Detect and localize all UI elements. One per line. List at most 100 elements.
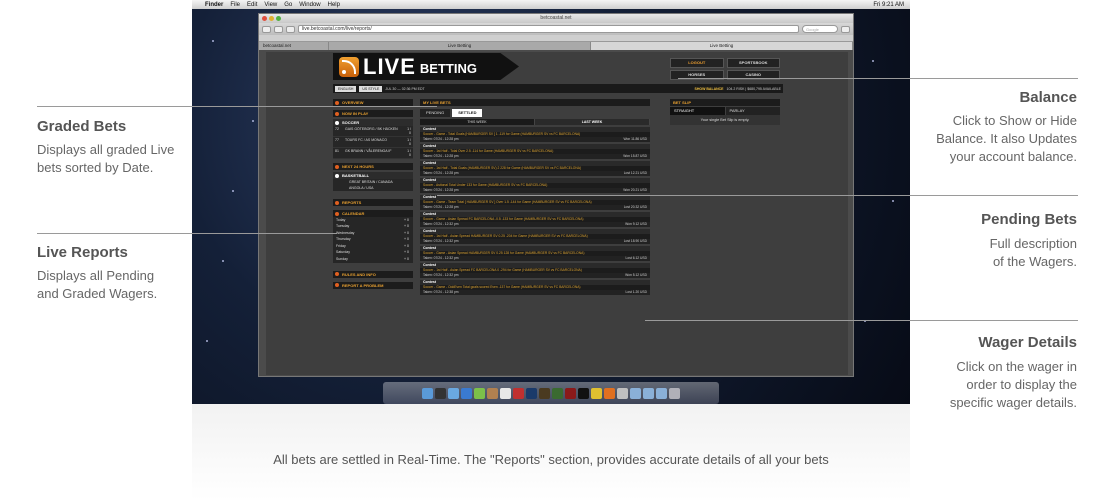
- tab-pending[interactable]: PENDING: [420, 109, 451, 117]
- bet-row[interactable]: Contest Soccer - 1st Half - Asian Spread …: [420, 229, 650, 244]
- tab-straight[interactable]: STRAIGHT: [670, 107, 725, 115]
- my-live-bets-title: MY LIVE BETS: [420, 99, 650, 106]
- show-balance-button[interactable]: SHOW BALANCE: [695, 87, 724, 91]
- tab-last-week[interactable]: LAST WEEK: [535, 119, 650, 125]
- bet-row[interactable]: Contest Soccer - 1st Half - Total Over 2.…: [420, 144, 650, 159]
- dashboard-icon[interactable]: [435, 387, 446, 399]
- bet-taken-row: Taken: 07/24 - 12:28 pm Won 20.21 USD: [420, 188, 650, 193]
- site-logo[interactable]: LIVE BETTING: [333, 53, 519, 80]
- folder-icon[interactable]: [656, 387, 667, 399]
- graded-bets-title: Graded Bets: [37, 118, 127, 135]
- sportsbook-button[interactable]: SPORTSBOOK: [726, 58, 780, 68]
- bet-taken-row: Taken: 07/24 - 12:32 pm Won 9.12 USD: [420, 222, 650, 227]
- filezilla-icon[interactable]: [513, 387, 524, 399]
- bet-taken-time: Taken: 07/24 - 12:32 pm: [423, 239, 459, 243]
- menu-view[interactable]: View: [264, 2, 277, 8]
- zoom-window-icon[interactable]: [276, 16, 281, 21]
- bet-row[interactable]: Contest Soccer - Game - OddEven Total goa…: [420, 280, 650, 295]
- folder-icon[interactable]: [643, 387, 654, 399]
- tab-parlay[interactable]: PARLAY: [725, 107, 780, 115]
- menu-finder[interactable]: Finder: [205, 2, 223, 8]
- add-bookmark-button[interactable]: [286, 25, 295, 33]
- terminal-icon[interactable]: [578, 387, 589, 399]
- match-row[interactable]: 81 GK BRANN / VÅLERENGA IF 1 / 0: [333, 148, 413, 159]
- calendar-icon[interactable]: [500, 387, 511, 399]
- period-tabs: THIS WEEK LAST WEEK: [420, 119, 650, 125]
- menu-window[interactable]: Window: [299, 2, 320, 8]
- bet-taken-time: Taken: 07/24 - 12:38 pm: [423, 290, 459, 294]
- trash-icon[interactable]: [669, 387, 680, 399]
- bet-row[interactable]: Contest Soccer - Game - Team Total [ HAMB…: [420, 195, 650, 210]
- mail-icon[interactable]: [448, 387, 459, 399]
- report-problem-link[interactable]: REPORT A PROBLEM: [333, 281, 413, 289]
- bet-result: Lost 20.32 USD: [623, 205, 647, 209]
- addressbook-icon[interactable]: [487, 387, 498, 399]
- ichat-icon[interactable]: [474, 387, 485, 399]
- date-time: JUL 30 — 02:36 PM EDT: [385, 86, 425, 91]
- menubar-clock[interactable]: Fri 9:21 AM: [873, 2, 910, 8]
- rules-and-info-link[interactable]: RULES AND INFO: [333, 270, 413, 278]
- firefox-icon[interactable]: [604, 387, 615, 399]
- basketball-header[interactable]: BASKETBALL: [333, 172, 413, 179]
- safari-icon[interactable]: [461, 387, 472, 399]
- bet-slip-panel: BET SLIP STRAIGHT PARLAY Your single Bet…: [670, 99, 780, 125]
- now-in-play-header[interactable]: NOW IN PLAY: [333, 110, 413, 117]
- calendar-header[interactable]: CALENDAR: [333, 210, 413, 217]
- left-sidebar: OVERVIEW NOW IN PLAY SOCCER 72 GAIS GÖTE…: [333, 99, 413, 289]
- dreamweaver-icon[interactable]: [552, 387, 563, 399]
- caption: All bets are settled in Real-Time. The "…: [273, 452, 829, 467]
- menu-edit[interactable]: Edit: [247, 2, 257, 8]
- odds-style-select[interactable]: US STYLE: [359, 85, 383, 92]
- bet-taken-time: Taken: 07/24 - 12:28 pm: [423, 137, 459, 141]
- bet-taken-row: Taken: 07/24 - 12:28 pm Lost 20.32 USD: [420, 205, 650, 210]
- browser-tabs: betcoastal.net Live Betting Live Betting: [259, 42, 853, 50]
- tab-this-week[interactable]: THIS WEEK: [420, 119, 535, 125]
- upcoming-match[interactable]: ANGOLA / USA: [333, 185, 413, 191]
- photoshop-icon[interactable]: [526, 387, 537, 399]
- bet-row[interactable]: Contest Soccer - Game - Total Goals [HAMB…: [420, 127, 650, 142]
- folder-icon[interactable]: [630, 387, 641, 399]
- bet-row[interactable]: Contest Soccer - Game - Asian Spread FC B…: [420, 212, 650, 227]
- search-field[interactable]: Google: [802, 25, 838, 33]
- tab-live-betting-2[interactable]: Live Betting: [591, 42, 853, 50]
- logout-button[interactable]: LOGOUT: [670, 58, 724, 68]
- desktop-screenshot: Finder File Edit View Go Window Help Fri…: [192, 0, 910, 404]
- match-row[interactable]: 72 GAIS GÖTEBORG / BK HÄCKEN 1 / 0: [333, 126, 413, 137]
- overview-link[interactable]: OVERVIEW: [333, 99, 413, 106]
- bet-row[interactable]: Contest Soccer - 1st Half - Asian Spread …: [420, 263, 650, 278]
- language-select[interactable]: ENGLISH: [335, 85, 357, 92]
- wager-details-title: Wager Details: [978, 334, 1077, 351]
- menu-file[interactable]: File: [230, 2, 240, 8]
- minimize-window-icon[interactable]: [269, 16, 274, 21]
- top-nav-buttons: LOGOUT SPORTSBOOK HORSES CASINO: [670, 58, 780, 80]
- soccer-header[interactable]: SOCCER: [333, 119, 413, 126]
- calendar-row[interactable]: Sunday + 0: [333, 256, 413, 263]
- forward-button[interactable]: [274, 25, 283, 33]
- tab-live-betting-1[interactable]: Live Betting: [329, 42, 591, 50]
- next-24-hours-header[interactable]: NEXT 24 HOURS: [333, 163, 413, 170]
- tab-betcoastal[interactable]: betcoastal.net: [259, 42, 329, 50]
- browser-titlebar: betcoastal.net: [259, 14, 853, 23]
- bet-row[interactable]: Contest Soccer - Game - Asian Spread HAMB…: [420, 246, 650, 261]
- bet-taken-time: Taken: 07/24 - 12:32 pm: [423, 273, 459, 277]
- settings-button[interactable]: [841, 25, 850, 33]
- chrome-icon[interactable]: [591, 387, 602, 399]
- menu-help[interactable]: Help: [328, 2, 340, 8]
- close-window-icon[interactable]: [262, 16, 267, 21]
- bet-row[interactable]: Contest Soccer - Asttonal Total Under 133…: [420, 178, 650, 193]
- tab-settled[interactable]: SETTLED: [452, 109, 483, 117]
- menu-go[interactable]: Go: [284, 2, 292, 8]
- flash-icon[interactable]: [565, 387, 576, 399]
- preview-icon[interactable]: [617, 387, 628, 399]
- bet-taken-row: Taken: 07/24 - 12:32 pm Lost 6.12 USD: [420, 256, 650, 261]
- back-button[interactable]: [262, 25, 271, 33]
- finder-icon[interactable]: [422, 387, 433, 399]
- bet-taken-row: Taken: 07/24 - 12:28 pm Won 15.87 USD: [420, 154, 650, 159]
- illustrator-icon[interactable]: [539, 387, 550, 399]
- reports-link[interactable]: REPORTS: [333, 199, 413, 206]
- bet-row[interactable]: Contest Soccer - 1st Half - Total Goals (…: [420, 161, 650, 176]
- graded-bets-line: [37, 106, 437, 107]
- wager-details-line: [645, 320, 1078, 321]
- match-row[interactable]: 77 TOURS FC / AS MONACO 1 / 0: [333, 137, 413, 148]
- address-bar[interactable]: live.betcoastal.com/live/reports/: [298, 25, 799, 33]
